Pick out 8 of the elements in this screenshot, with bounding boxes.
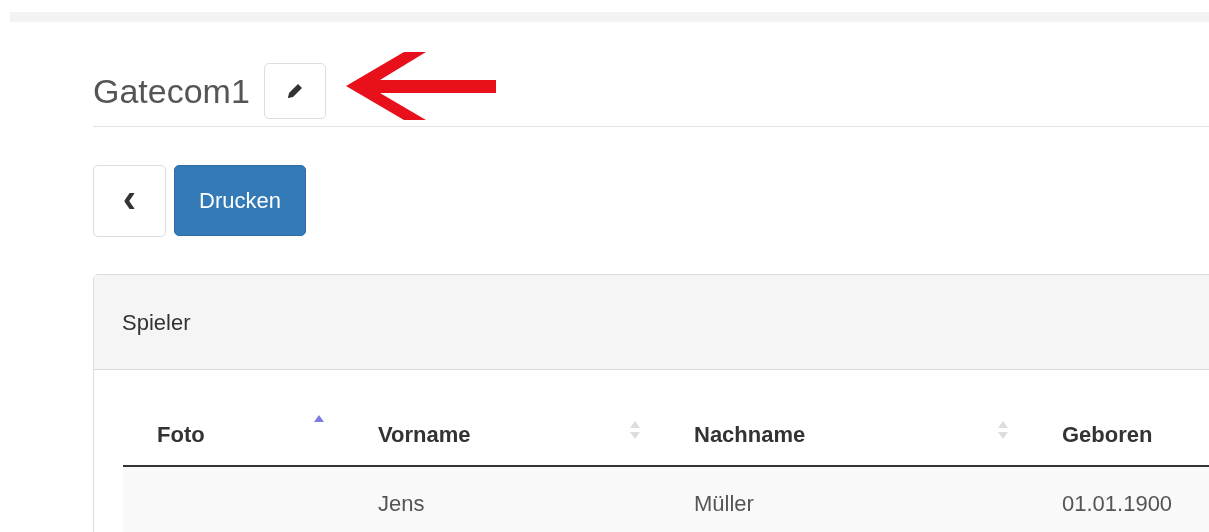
panel-heading: Spieler (122, 308, 191, 337)
table-cell: 01.01.1900 (1028, 466, 1209, 532)
back-button[interactable]: ‹ (93, 165, 166, 237)
edit-button[interactable] (263, 63, 326, 119)
table-cell: Müller (660, 466, 1028, 532)
table-cell: Jens (344, 466, 660, 532)
print-button[interactable]: Drucken (174, 165, 306, 236)
page-title: Gatecom1 (93, 70, 250, 112)
